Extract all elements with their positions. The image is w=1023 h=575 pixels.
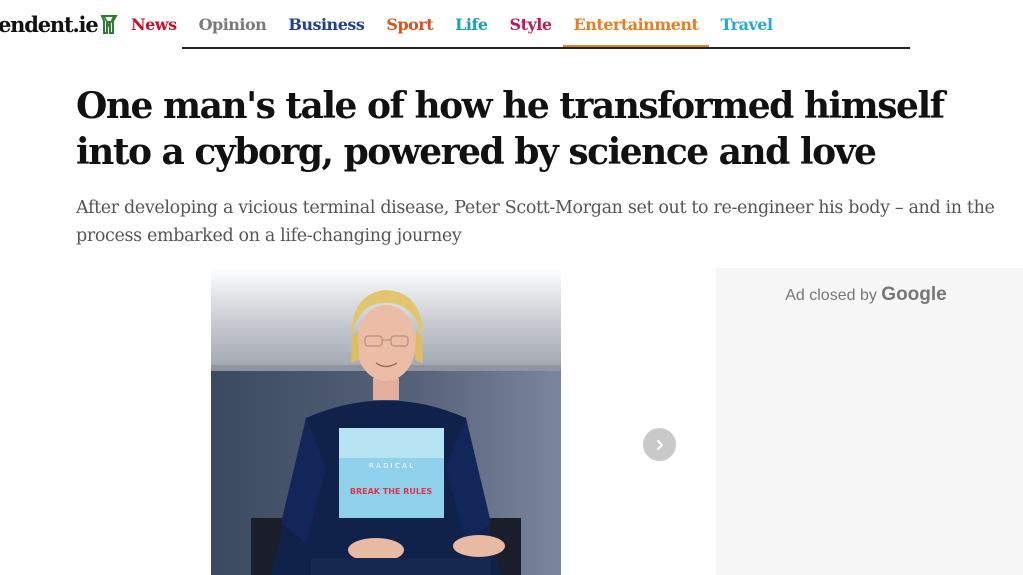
portrait-photo: R A D I C A L BREAK THE RULES (211, 268, 561, 575)
shirt-text-top: R A D I C A L (369, 462, 413, 470)
nav-item-business[interactable]: Business (277, 0, 375, 49)
article-photo[interactable]: R A D I C A L BREAK THE RULES (211, 268, 561, 575)
nav-item-news[interactable]: News (120, 0, 188, 49)
gallery-next-button[interactable] (643, 428, 676, 461)
nav-item-sport[interactable]: Sport (375, 0, 444, 49)
nav-item-opinion[interactable]: Opinion (188, 0, 278, 49)
nav-item-label: Business (288, 15, 365, 34)
article-standfirst: After developing a vicious terminal dise… (76, 198, 995, 246)
harp-icon (100, 15, 118, 34)
nav-item-label: Opinion (198, 15, 267, 34)
nav-item-label: News (131, 15, 177, 34)
site-name: endent.ie (0, 11, 99, 37)
nav-item-label: Life (455, 15, 488, 34)
nav-item-label: Entertainment (573, 15, 699, 34)
ad-closed-text: Ad closed by (785, 287, 877, 304)
chevron-right-icon (656, 439, 663, 450)
site-logo[interactable]: endent.ie (0, 9, 118, 39)
article-headline: One man's tale of how he transformed him… (76, 85, 945, 173)
nav-item-label: Style (509, 15, 553, 34)
nav-item-label: Sport (386, 15, 434, 34)
nav-item-label: Travel (720, 15, 773, 34)
nav-item-style[interactable]: Style (499, 0, 563, 49)
nav-item-entertainment[interactable]: Entertainment (562, 0, 710, 49)
main-nav: News Opinion Business Sport Life Style Enterta… (120, 0, 784, 49)
ad-closed-label: Ad closed by Google (716, 284, 1016, 306)
nav-item-life[interactable]: Life (444, 0, 498, 49)
site-header: endent.ie News Opinion Business Sport Life St… (0, 0, 1023, 49)
nav-divider (182, 47, 910, 49)
ad-slot: Ad closed by Google (716, 268, 1023, 575)
google-logo-text: Google (881, 284, 947, 305)
nav-item-travel[interactable]: Travel (709, 0, 783, 49)
shirt-text-bottom: BREAK THE RULES (350, 487, 433, 496)
